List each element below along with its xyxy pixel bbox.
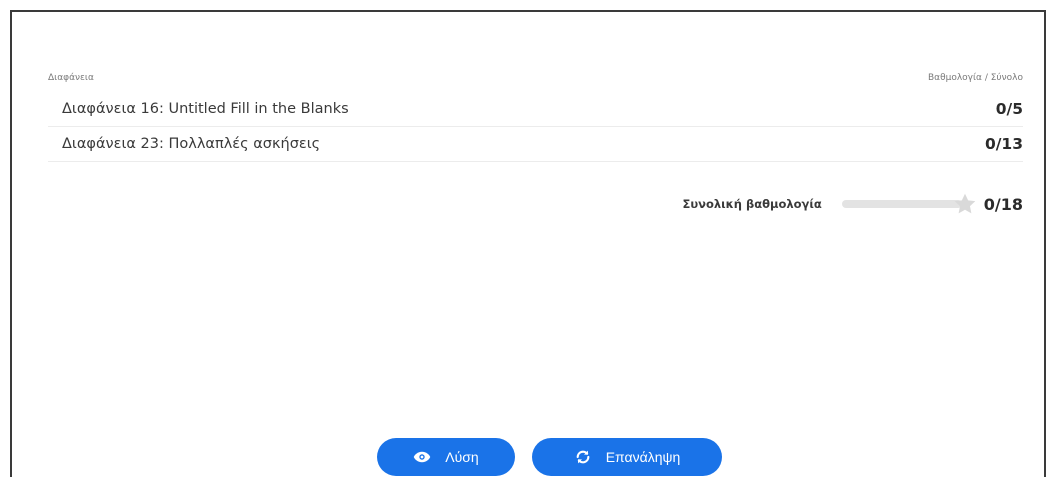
row-title: Διαφάνεια 23: Πολλαπλές ασκήσεις — [62, 136, 321, 152]
star-icon — [952, 191, 978, 217]
row-score: 0/5 — [995, 100, 1023, 118]
total-score-row: Συνολική βαθμολογία 0/18 — [682, 192, 1023, 216]
results-panel: Διαφάνεια Βαθμολογία / Σύνολο Διαφάνεια … — [10, 10, 1046, 477]
table-row: Διαφάνεια 16: Untitled Fill in the Blank… — [48, 92, 1023, 127]
header-slide: Διαφάνεια — [48, 73, 94, 83]
table-header: Διαφάνεια Βαθμολογία / Σύνολο — [48, 68, 1023, 88]
table-row: Διαφάνεια 23: Πολλαπλές ασκήσεις 0/13 — [48, 127, 1023, 162]
total-score-value: 0/18 — [983, 194, 1023, 214]
score-progress-bar — [841, 200, 962, 208]
refresh-icon — [574, 448, 592, 466]
row-title: Διαφάνεια 16: Untitled Fill in the Blank… — [62, 101, 349, 117]
row-score: 0/13 — [984, 135, 1023, 153]
retry-button-label: Επανάληψη — [605, 449, 681, 465]
retry-button[interactable]: Επανάληψη — [532, 438, 722, 476]
header-score-total: Βαθμολογία / Σύνολο — [928, 73, 1023, 83]
total-score-label: Συνολική βαθμολογία — [682, 197, 822, 211]
solution-button-label: Λύση — [445, 449, 479, 465]
eye-icon — [413, 448, 431, 466]
solution-button[interactable]: Λύση — [377, 438, 515, 476]
